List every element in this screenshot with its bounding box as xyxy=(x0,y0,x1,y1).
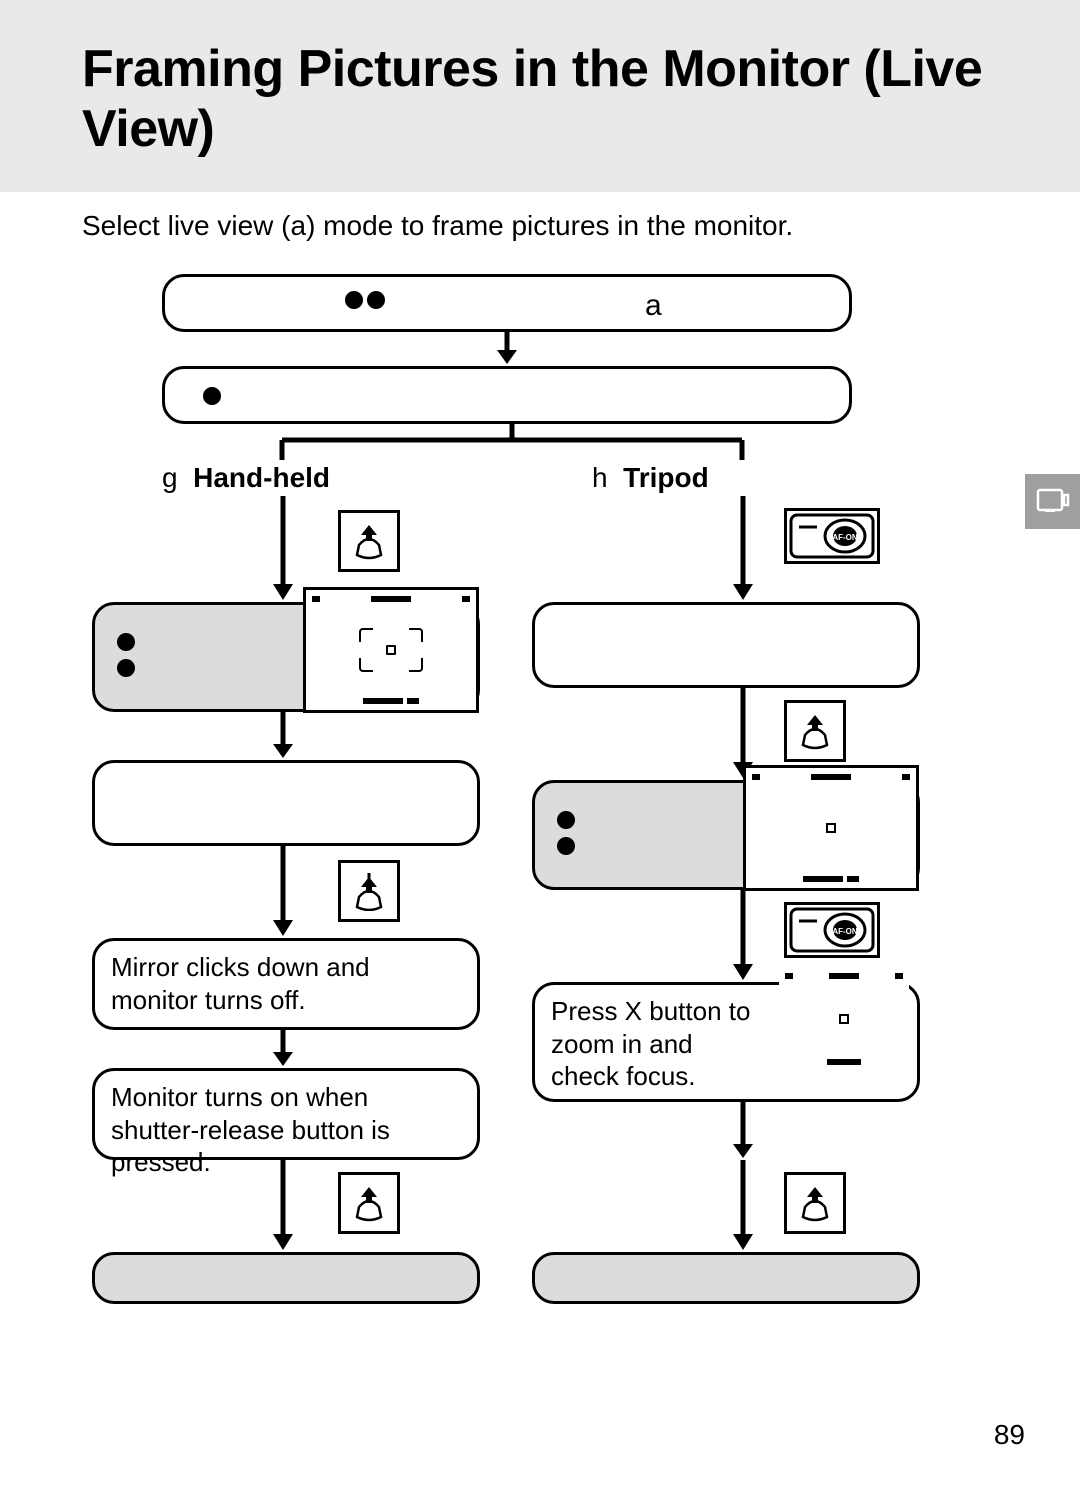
right-empty-box xyxy=(532,602,920,688)
left-liveview-box xyxy=(92,602,480,712)
press-button-icon xyxy=(784,1172,846,1234)
page-number: 89 xyxy=(994,1419,1025,1451)
arrow-down-icon xyxy=(268,1160,298,1252)
arrow-down-icon xyxy=(728,1160,758,1252)
dot-icon xyxy=(203,387,221,405)
arrow-down-icon xyxy=(268,846,298,938)
flow-diagram: a g Hand-held h Tripod xyxy=(82,274,937,1414)
branch-connector xyxy=(252,424,772,464)
page-title: Framing Pictures in the Monitor (Live Vi… xyxy=(82,40,1020,160)
af-on-icon: AF-ON xyxy=(784,902,880,958)
arrow-down-icon xyxy=(268,496,298,602)
left-monitor-box: Monitor turns on when shutter-release bu… xyxy=(92,1068,480,1160)
press-button-icon xyxy=(338,510,400,572)
mode-right-label: h Tripod xyxy=(592,462,709,494)
left-empty-box xyxy=(92,760,480,846)
af-on-icon: AF-ON xyxy=(784,508,880,564)
dots-icon xyxy=(345,291,385,309)
left-mirror-box: Mirror clicks down and monitor turns off… xyxy=(92,938,480,1030)
mode-glyph: a xyxy=(645,287,662,325)
intro-text: Select live view (a) mode to frame pictu… xyxy=(0,192,1080,242)
choose-mode-box xyxy=(162,366,852,424)
arrow-down-icon xyxy=(268,1030,298,1068)
top-mode-box: a xyxy=(162,274,852,332)
right-liveview-box xyxy=(532,780,920,890)
left-final-box xyxy=(92,1252,480,1304)
svg-text:AF-ON: AF-ON xyxy=(832,927,858,936)
press-button-icon xyxy=(338,1172,400,1234)
arrow-down-icon xyxy=(728,1102,758,1160)
page-header: Framing Pictures in the Monitor (Live Vi… xyxy=(0,0,1080,192)
side-tab-liveview-icon xyxy=(1025,474,1080,529)
arrow-down-icon xyxy=(492,332,522,366)
right-final-box xyxy=(532,1252,920,1304)
arrow-down-icon xyxy=(268,712,298,760)
mode-left-label: g Hand-held xyxy=(162,462,330,494)
right-zoom-box: Press X button to zoom in and check focu… xyxy=(532,982,920,1102)
arrow-down-icon xyxy=(728,890,758,982)
svg-text:AF-ON: AF-ON xyxy=(832,533,858,542)
press-button-half-icon xyxy=(338,860,400,922)
press-button-icon xyxy=(784,700,846,762)
arrow-down-icon xyxy=(728,496,758,602)
